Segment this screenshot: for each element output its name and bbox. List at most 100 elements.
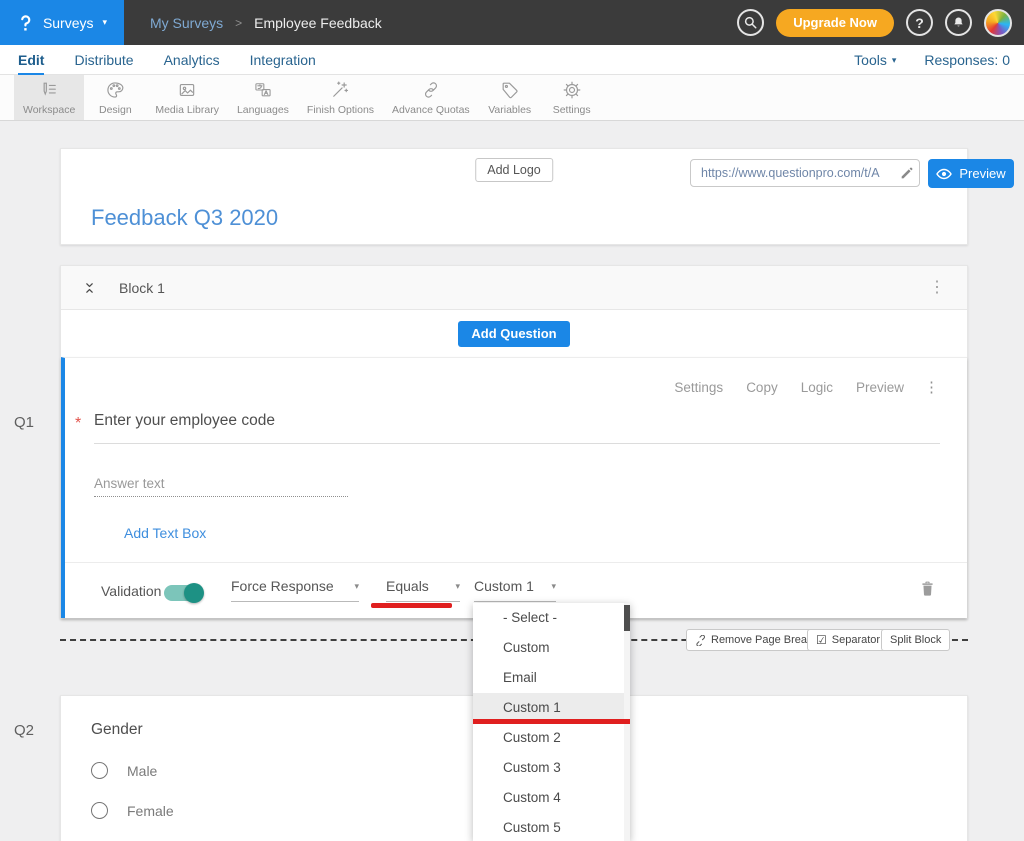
operator-value: Equals (386, 578, 429, 594)
survey-url-field (690, 159, 920, 187)
image-icon (177, 80, 197, 100)
add-text-box-link[interactable]: Add Text Box (124, 525, 206, 541)
avatar[interactable] (984, 9, 1012, 37)
responses-count[interactable]: Responses: 0 (924, 45, 1010, 75)
toolbar-label: Workspace (23, 104, 75, 116)
survey-url-input[interactable] (691, 160, 893, 186)
breadcrumb-separator-icon: > (235, 16, 242, 30)
validation-divider (65, 562, 967, 563)
survey-nav-tabs: Edit Distribute Analytics Integration To… (0, 45, 1024, 75)
checkbox-checked-icon: ☑ (816, 634, 827, 646)
radio-icon[interactable] (91, 802, 108, 819)
tab-analytics[interactable]: Analytics (164, 45, 220, 75)
question-settings-link[interactable]: Settings (674, 380, 723, 395)
chevron-down-icon: ▾ (455, 581, 460, 592)
search-button[interactable] (737, 9, 764, 36)
dropdown-option-custom4[interactable]: Custom 4 (473, 783, 630, 813)
split-block-label: Split Block (890, 634, 941, 646)
tag-icon (500, 80, 520, 100)
upgrade-now-button[interactable]: Upgrade Now (776, 9, 894, 37)
question-menu-kebab-icon[interactable]: ⋮ (924, 378, 939, 396)
question-text[interactable]: Enter your employee code (94, 412, 275, 430)
force-response-value: Force Response (231, 578, 334, 594)
question-text[interactable]: Gender (91, 721, 143, 739)
edit-url-pencil-icon[interactable] (899, 165, 915, 181)
toolbar-label: Variables (488, 104, 531, 116)
annotation-red-underline-custom1 (473, 719, 630, 724)
top-navbar: Surveys ▾ My Surveys > Employee Feedback… (0, 0, 1024, 45)
radio-option-female[interactable]: Female (91, 802, 174, 819)
custom-validation-dropdown: - Select - Custom Email Custom 1 Custom … (473, 603, 630, 841)
chain-links-icon (421, 80, 441, 100)
add-logo-button[interactable]: Add Logo (475, 158, 553, 182)
help-button[interactable]: ? (906, 9, 933, 36)
chevron-down-icon: ▾ (354, 581, 359, 592)
toolbar-label: Media Library (155, 104, 219, 116)
translate-icon (253, 80, 273, 100)
unlink-icon (695, 635, 706, 646)
force-response-select[interactable]: Force Response ▾ (231, 578, 359, 602)
toolbar-item-variables[interactable]: Variables (479, 75, 541, 120)
question-copy-link[interactable]: Copy (746, 380, 778, 395)
question-q1-card: Settings Copy Logic Preview ⋮ * Enter yo… (61, 357, 967, 618)
custom-validation-select[interactable]: Custom 1 ▾ (474, 578, 556, 602)
validation-label: Validation (101, 583, 161, 599)
eye-icon (936, 168, 952, 180)
custom-validation-value: Custom 1 (474, 578, 534, 594)
preview-button[interactable]: Preview (928, 159, 1014, 188)
toolbar-items: Workspace Design Media Library Languages… (14, 75, 603, 120)
toolbar-item-workspace[interactable]: Workspace (14, 75, 84, 120)
question-preview-link[interactable]: Preview (856, 380, 904, 395)
toolbar-label: Languages (237, 104, 289, 116)
tab-integration[interactable]: Integration (250, 45, 316, 75)
toggle-knob (184, 583, 204, 603)
block-title[interactable]: Block 1 (119, 280, 165, 296)
tools-menu[interactable]: Tools ▾ (854, 45, 896, 75)
toolbar-item-settings[interactable]: Settings (541, 75, 603, 120)
tab-edit[interactable]: Edit (18, 45, 44, 75)
remove-page-break-button[interactable]: Remove Page Break (686, 629, 822, 651)
breadcrumb: My Surveys > Employee Feedback (150, 0, 382, 45)
workspace-icon (39, 80, 59, 100)
search-icon (743, 15, 758, 30)
dropdown-scrollbar-thumb[interactable] (624, 605, 630, 631)
radio-label: Female (127, 803, 174, 819)
dropdown-option-custom3[interactable]: Custom 3 (473, 753, 630, 783)
toolbar-item-design[interactable]: Design (84, 75, 146, 120)
breadcrumb-my-surveys[interactable]: My Surveys (150, 15, 223, 31)
radio-icon[interactable] (91, 762, 108, 779)
notifications-button[interactable] (945, 9, 972, 36)
nav-tabs-group: Edit Distribute Analytics Integration (18, 45, 316, 75)
surveys-menu[interactable]: Surveys ▾ (0, 0, 124, 45)
dropdown-option-custom[interactable]: Custom (473, 633, 630, 663)
radio-option-male[interactable]: Male (91, 762, 157, 779)
question-underline (94, 443, 940, 444)
toolbar-item-finish-options[interactable]: Finish Options (298, 75, 383, 120)
answer-text-input[interactable] (94, 470, 348, 497)
toolbar-item-media-library[interactable]: Media Library (146, 75, 228, 120)
radio-label: Male (127, 763, 157, 779)
survey-title[interactable]: Feedback Q3 2020 (91, 205, 278, 231)
tab-distribute[interactable]: Distribute (74, 45, 133, 75)
collapse-block-icon[interactable] (83, 280, 96, 296)
block-menu-kebab-icon[interactable]: ⋮ (929, 280, 945, 296)
dropdown-option-custom2[interactable]: Custom 2 (473, 723, 630, 753)
add-question-button[interactable]: Add Question (458, 321, 569, 347)
question-number-q2: Q2 (14, 722, 34, 739)
help-icon: ? (915, 15, 924, 31)
question-logic-link[interactable]: Logic (801, 380, 833, 395)
dropdown-option-custom5[interactable]: Custom 5 (473, 813, 630, 841)
required-asterisk: * (75, 415, 81, 433)
gear-icon (562, 80, 582, 100)
operator-select[interactable]: Equals ▾ (386, 578, 460, 602)
question-number-q1: Q1 (14, 414, 34, 431)
toolbar-label: Design (99, 104, 132, 116)
dropdown-option-select[interactable]: - Select - (473, 603, 630, 633)
dropdown-option-email[interactable]: Email (473, 663, 630, 693)
toolbar-item-advance-quotas[interactable]: Advance Quotas (383, 75, 479, 120)
separator-button[interactable]: ☑ Separator (807, 629, 889, 651)
split-block-button[interactable]: Split Block (881, 629, 950, 651)
delete-validation-trash-icon[interactable] (920, 580, 935, 597)
validation-toggle[interactable] (164, 585, 202, 601)
toolbar-item-languages[interactable]: Languages (228, 75, 298, 120)
